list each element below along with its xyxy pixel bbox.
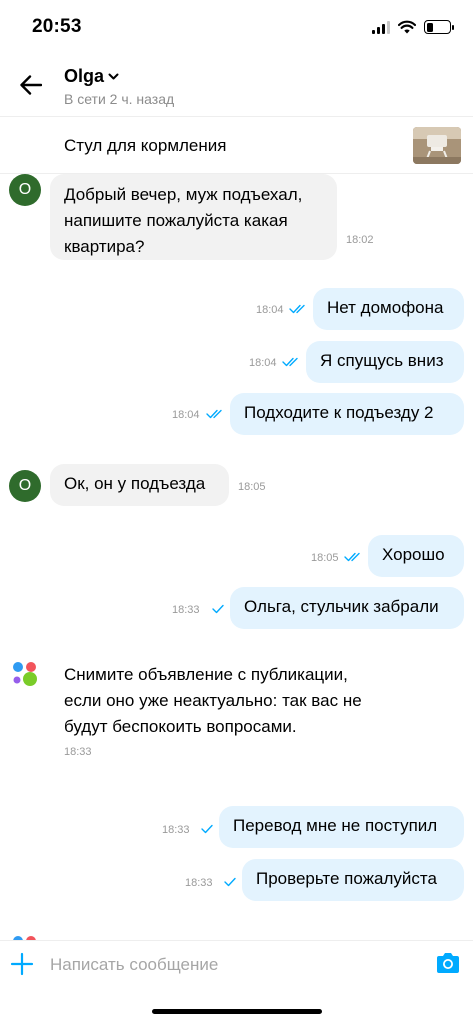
- back-button[interactable]: [16, 70, 46, 100]
- back-arrow-icon: [20, 75, 42, 95]
- status-icons: [372, 20, 454, 34]
- message-time: 18:33: [64, 746, 92, 758]
- chat-header: Olga В сети 2 ч. назад: [0, 56, 473, 116]
- message-time: 18:04: [256, 304, 284, 316]
- message-bubble-outgoing[interactable]: Перевод мне не поступил: [219, 806, 464, 848]
- message-bubble-outgoing[interactable]: Я спущусь вниз: [306, 341, 464, 383]
- message-bubble-outgoing[interactable]: Ольга, стульчик забрали: [230, 587, 464, 629]
- contact-name-button[interactable]: Olga: [64, 66, 119, 87]
- message-bubble-outgoing[interactable]: Хорошо: [368, 535, 464, 577]
- message-text: Нет домофона: [327, 298, 444, 317]
- system-message-text: Снимите объявление с публикации, если он…: [64, 665, 362, 736]
- contact-avatar[interactable]: O: [9, 470, 41, 502]
- battery-level: [426, 22, 434, 32]
- listing-title: Стул для кормления: [64, 136, 227, 155]
- home-indicator: [152, 1009, 322, 1014]
- plus-icon[interactable]: [10, 952, 34, 976]
- status-bar: 20:53: [0, 0, 473, 56]
- avito-logo-icon: [13, 662, 37, 686]
- contact-avatar[interactable]: O: [9, 174, 41, 206]
- message-bubble-outgoing[interactable]: Нет домофона: [313, 288, 464, 330]
- message-input[interactable]: [50, 949, 420, 981]
- message-time: 18:33: [172, 604, 200, 616]
- message-time: 18:04: [249, 357, 277, 369]
- message-time: 18:05: [238, 481, 266, 493]
- message-bubble-outgoing[interactable]: Подходите к подъезду 2: [230, 393, 464, 435]
- message-text: Перевод мне не поступил: [233, 816, 438, 835]
- listing-bar[interactable]: Стул для кормления: [0, 116, 473, 174]
- message-time: 18:33: [162, 824, 190, 836]
- check-icon: [201, 824, 213, 834]
- double-check-icon: [344, 552, 360, 562]
- message-text: Хорошо: [382, 545, 445, 564]
- message-bubble-outgoing[interactable]: Проверьте пожалуйста: [242, 859, 464, 901]
- battery-icon: [424, 20, 454, 34]
- wifi-icon: [398, 20, 416, 34]
- contact-status: В сети 2 ч. назад: [64, 91, 175, 107]
- message-text: Подходите к подъезду 2: [244, 403, 434, 422]
- highchair-photo: [413, 127, 461, 164]
- listing-thumbnail[interactable]: [413, 127, 461, 164]
- message-composer: [0, 940, 473, 990]
- message-text: Ольга, стульчик забрали: [244, 597, 439, 616]
- chevron-down-icon: [108, 73, 119, 79]
- signal-icon: [372, 20, 390, 34]
- double-check-icon: [206, 409, 222, 419]
- message-time: 18:05: [311, 552, 339, 564]
- message-text: Добрый вечер, муж подъехал, напишите пож…: [64, 185, 303, 256]
- message-bubble-incoming[interactable]: Ок, он у подъезда: [50, 464, 229, 506]
- message-text: Ок, он у подъезда: [64, 474, 206, 493]
- message-bubble-incoming[interactable]: Добрый вечер, муж подъехал, напишите пож…: [50, 174, 337, 260]
- check-icon: [224, 877, 236, 887]
- message-text: Я спущусь вниз: [320, 351, 444, 370]
- message-text: Проверьте пожалуйста: [256, 869, 437, 888]
- double-check-icon: [289, 304, 305, 314]
- message-time: 18:33: [185, 877, 213, 889]
- camera-icon[interactable]: [435, 951, 461, 975]
- message-time: 18:04: [172, 409, 200, 421]
- status-time: 20:53: [32, 16, 82, 37]
- message-time: 18:02: [346, 234, 374, 246]
- double-check-icon: [282, 357, 298, 367]
- contact-name: Olga: [64, 66, 105, 86]
- check-icon: [212, 604, 224, 614]
